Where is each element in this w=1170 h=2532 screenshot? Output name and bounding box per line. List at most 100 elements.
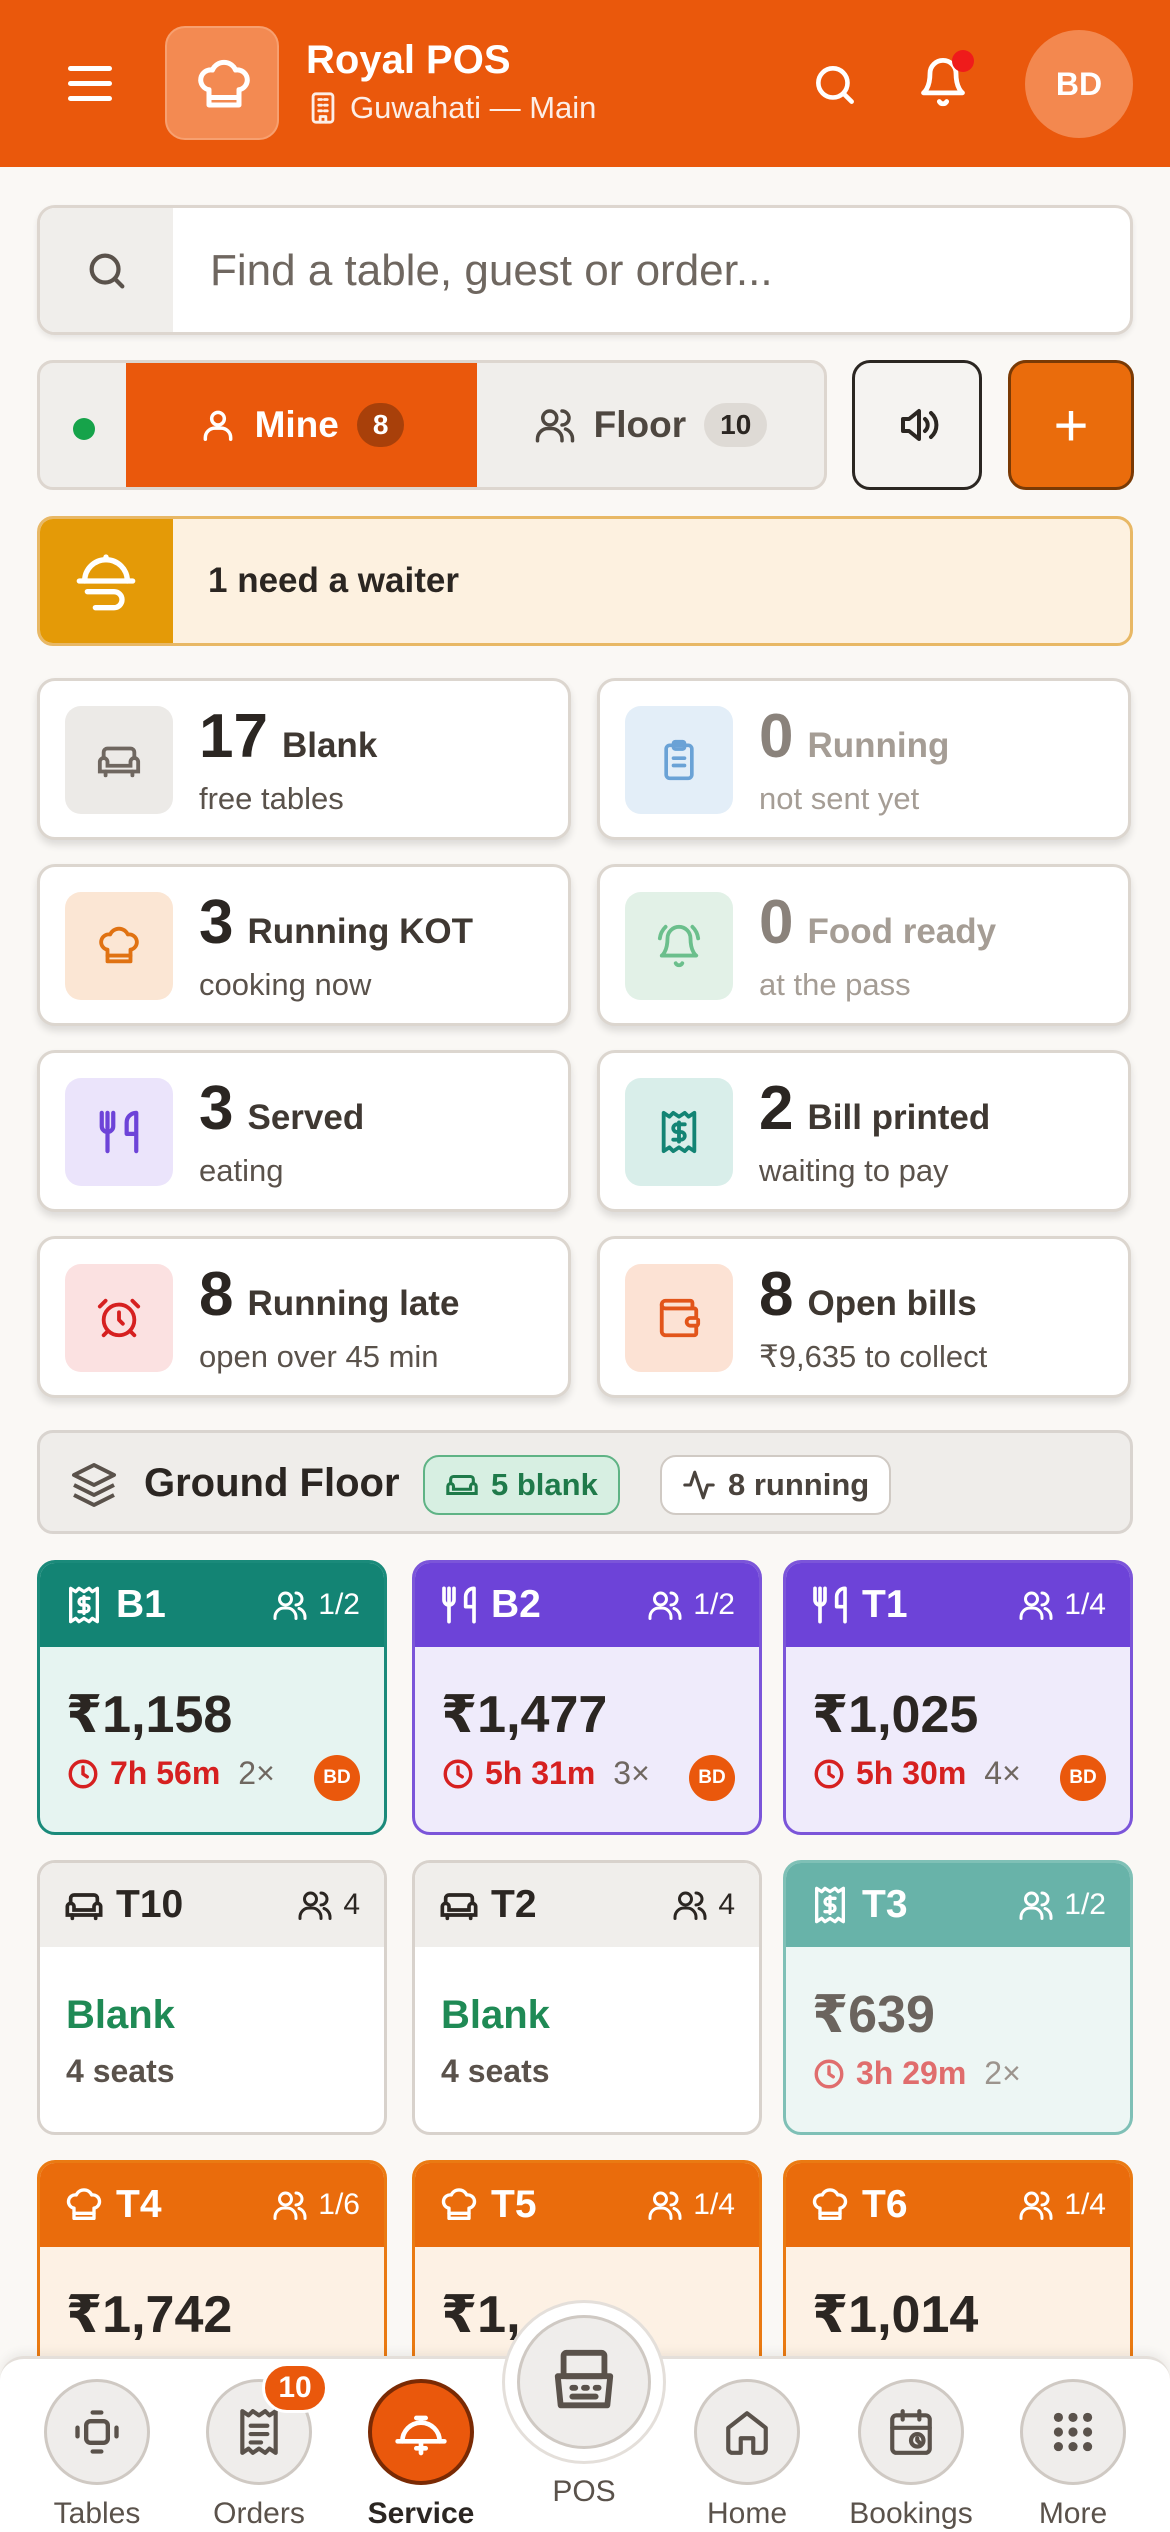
stat-value: 2 <box>759 1074 794 1143</box>
table-card-header: T6 1/4 <box>786 2163 1130 2247</box>
nav-tables[interactable]: Tables <box>32 2379 162 2531</box>
table-amount: ₹1,014 <box>812 2286 979 2344</box>
table-card-header: T4 1/6 <box>40 2163 384 2247</box>
cloche-icon <box>368 2379 474 2485</box>
users-icon <box>673 1891 707 1920</box>
table-meta: 5h 30m 4× <box>812 1755 1021 1792</box>
waiter-avatar: BD <box>1060 1755 1106 1801</box>
stat-value: 3 <box>199 1074 234 1143</box>
floor-header[interactable]: Ground Floor 5 blank 8 running <box>37 1430 1133 1534</box>
table-name: T2 <box>491 1883 537 1926</box>
nav-label: Home <box>706 2497 788 2530</box>
search-icon[interactable] <box>810 60 860 115</box>
table-card-t1[interactable]: T1 1/4 ₹1,025 5h 30m 4× BD <box>783 1560 1133 1835</box>
occupancy: 4 <box>672 1887 735 1923</box>
waiter-alert[interactable]: 1 need a waiter <box>37 516 1133 646</box>
table-name: T1 <box>862 1583 908 1626</box>
users-icon <box>273 1591 307 1620</box>
table-card-t2[interactable]: T2 4 Blank 4 seats <box>412 1860 762 2135</box>
pos-terminal-icon <box>517 2315 651 2449</box>
table-card-t3[interactable]: T3 1/2 ₹639 3h 29m 2× <box>783 1860 1133 2135</box>
stat-served[interactable]: 3 Served eating <box>37 1050 571 1212</box>
occupancy-text: 1/4 <box>1064 1588 1106 1621</box>
users-icon <box>535 409 574 443</box>
search-bar[interactable] <box>37 205 1133 335</box>
stat-value: 8 <box>199 1260 234 1329</box>
table-card-header: T1 1/4 <box>786 1563 1130 1647</box>
clock-icon <box>814 1759 844 1788</box>
stat-sub: eating <box>199 1153 284 1188</box>
waiter-icon <box>40 519 173 643</box>
user-avatar[interactable]: BD <box>1025 30 1133 138</box>
view-toggle: Mine 8 Floor 10 <box>37 360 827 490</box>
utensils-icon <box>442 1586 476 1624</box>
table-card-header: B2 1/2 <box>415 1563 759 1647</box>
stat-open-bills[interactable]: 8 Open bills ₹9,635 to collect <box>597 1236 1131 1398</box>
online-indicator <box>73 418 95 440</box>
stat-sub: free tables <box>199 781 344 816</box>
search-icon <box>40 208 173 332</box>
stat-running-kot[interactable]: 3 Running KOT cooking now <box>37 864 571 1026</box>
chef-hat-icon <box>812 2188 848 2220</box>
alarm-icon <box>65 1264 173 1372</box>
sound-toggle-button[interactable] <box>852 360 982 490</box>
nav-label: Bookings <box>849 2497 973 2530</box>
occupancy: 1/4 <box>647 2187 735 2223</box>
stat-running-late[interactable]: 8 Running late open over 45 min <box>37 1236 571 1398</box>
table-amount: ₹1, <box>441 2286 521 2344</box>
elapsed-time: 7h 56m <box>110 1755 221 1791</box>
stat-label: Bill printed <box>807 1098 991 1137</box>
users-icon <box>1019 2191 1053 2220</box>
sofa-icon <box>65 706 173 814</box>
speaker-icon <box>901 409 939 441</box>
stat-value: 0 <box>759 888 794 957</box>
table-name: B1 <box>116 1583 166 1626</box>
table-card-b2[interactable]: B2 1/2 ₹1,477 5h 31m 3× BD <box>412 1560 762 1835</box>
table-card-t10[interactable]: T10 4 Blank 4 seats <box>37 1860 387 2135</box>
stat-label: Running KOT <box>247 912 473 951</box>
add-order-button[interactable]: + <box>1008 360 1134 490</box>
receipt-icon <box>815 1886 845 1924</box>
occupancy-text: 1/2 <box>693 1588 735 1621</box>
tab-floor[interactable]: Floor 10 <box>477 363 824 487</box>
clipboard-icon <box>625 706 733 814</box>
nav-bookings[interactable]: Bookings <box>846 2379 976 2531</box>
occupancy: 1/4 <box>1018 1587 1106 1623</box>
stat-sub: at the pass <box>759 967 911 1002</box>
kot-count: 2× <box>984 2055 1021 2091</box>
app-header: Royal POS Guwahati — Main BD <box>0 0 1170 167</box>
table-name: B2 <box>491 1583 541 1626</box>
table-meta: 7h 56m 2× <box>66 1755 275 1792</box>
stat-sub: not sent yet <box>759 781 920 816</box>
nav-label: POS <box>552 2475 616 2508</box>
receipt-icon <box>69 1586 100 1624</box>
nav-label: Service <box>367 2497 475 2530</box>
location-label[interactable]: Guwahati — Main <box>306 90 596 126</box>
chef-hat-icon <box>66 2188 102 2220</box>
search-input[interactable] <box>210 236 1090 306</box>
table-name: T5 <box>491 2183 537 2226</box>
calendar-clock-icon <box>858 2379 964 2485</box>
users-icon <box>648 2191 682 2220</box>
stat-food-ready[interactable]: 0 Food ready at the pass <box>597 864 1131 1026</box>
stat-blank[interactable]: 17 Blank free tables <box>37 678 571 840</box>
tab-mine[interactable]: Mine 8 <box>126 363 477 487</box>
table-amount: ₹1,025 <box>812 1686 979 1744</box>
nav-home[interactable]: Home <box>682 2379 812 2531</box>
wallet-icon <box>625 1264 733 1372</box>
table-card-header: T2 4 <box>415 1863 759 1947</box>
stat-bill-printed[interactable]: 2 Bill printed waiting to pay <box>597 1050 1131 1212</box>
nav-pos[interactable] <box>502 2300 666 2464</box>
table-card-b1[interactable]: B1 1/2 ₹1,158 7h 56m 2× BD <box>37 1560 387 1835</box>
user-icon <box>203 410 232 441</box>
table-amount: ₹1,158 <box>66 1686 233 1744</box>
nav-more[interactable]: More <box>1008 2379 1138 2531</box>
users-icon <box>1019 1591 1053 1620</box>
home-icon <box>694 2379 800 2485</box>
clock-icon <box>814 2059 844 2088</box>
chef-hat-icon <box>198 59 250 108</box>
menu-icon[interactable] <box>68 66 112 102</box>
elapsed-time: 3h 29m <box>856 2055 967 2091</box>
stat-running[interactable]: 0 Running not sent yet <box>597 678 1131 840</box>
nav-service[interactable]: Service <box>356 2379 486 2531</box>
